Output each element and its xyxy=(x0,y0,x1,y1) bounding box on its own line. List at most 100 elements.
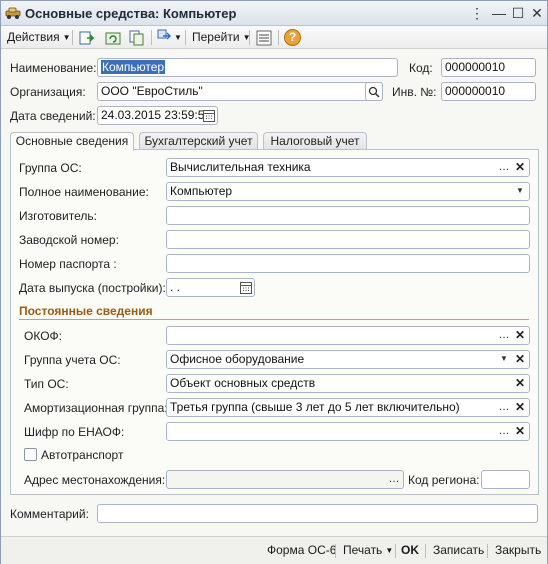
acc-group-label: Группа учета ОС: xyxy=(24,353,121,367)
form-window: Основные средства: Компьютер ⋮ — ☐ ✕ Дей… xyxy=(0,0,548,564)
region-label: Код региона: xyxy=(408,473,480,487)
menu-icon[interactable]: ⋮ xyxy=(468,4,486,22)
command-divider xyxy=(425,544,426,558)
release-date-value: . . xyxy=(170,280,181,294)
clear-icon[interactable]: ✕ xyxy=(512,423,528,440)
okof-label: ОКОФ: xyxy=(24,329,62,343)
ellipsis-icon[interactable]: … xyxy=(496,159,512,176)
chevron-down-icon: ▼ xyxy=(62,33,71,42)
name-value: Компьютер xyxy=(101,60,166,74)
code-field[interactable]: 000000010 xyxy=(441,58,536,77)
window-title: Основные средства: Компьютер xyxy=(25,6,237,21)
toolbar-divider xyxy=(249,30,250,45)
minimize-icon[interactable]: — xyxy=(490,4,508,22)
tab-tax[interactable]: Налоговый учет xyxy=(263,132,367,150)
calendar-icon[interactable] xyxy=(240,281,252,294)
passport-label: Номер паспорта : xyxy=(19,257,117,271)
goto-label: Перейти xyxy=(192,30,240,44)
os-group-value: Вычислительная техника xyxy=(170,160,311,174)
maker-field[interactable] xyxy=(166,206,530,225)
command-divider xyxy=(395,544,396,558)
calendar-icon[interactable] xyxy=(203,109,215,122)
release-date-field[interactable]: . . xyxy=(166,278,255,297)
inv-label: Инв. №: xyxy=(392,85,437,99)
list-settings-icon[interactable] xyxy=(256,30,272,46)
tab-accounting[interactable]: Бухгалтерский учет xyxy=(139,132,258,150)
chevron-down-icon[interactable]: ▼ xyxy=(496,351,512,368)
ellipsis-icon[interactable]: … xyxy=(496,399,512,416)
inv-field[interactable]: 000000010 xyxy=(441,82,536,101)
toolbar-divider xyxy=(278,30,279,45)
amort-group-label: Амортизационная группа: xyxy=(24,401,168,415)
actions-menu[interactable]: Действия ▼ xyxy=(7,28,71,47)
acc-group-value: Офисное оборудование xyxy=(170,352,305,366)
serial-label: Заводской номер: xyxy=(19,233,119,247)
clear-icon[interactable]: ✕ xyxy=(512,351,528,368)
print-label: Печать xyxy=(343,543,383,557)
save-to-list-icon[interactable] xyxy=(78,30,94,46)
structure-icon xyxy=(157,29,171,40)
region-field[interactable] xyxy=(481,470,530,489)
title-bar: Основные средства: Компьютер ⋮ — ☐ ✕ xyxy=(1,1,547,26)
enaof-field[interactable]: … ✕ xyxy=(166,422,530,441)
amort-group-field[interactable]: Третья группа (свыше 3 лет до 5 лет вклю… xyxy=(166,398,530,417)
okof-field[interactable]: … ✕ xyxy=(166,326,530,345)
toolbar-divider xyxy=(72,30,73,45)
tab-main-info[interactable]: Основные сведения xyxy=(10,132,134,151)
passport-field[interactable] xyxy=(166,254,530,273)
release-date-label: Дата выпуска (постройки): xyxy=(19,281,166,295)
serial-field[interactable] xyxy=(166,230,530,249)
name-field[interactable]: Компьютер xyxy=(97,58,398,77)
command-divider xyxy=(335,544,336,558)
chevron-down-icon[interactable]: ▼ xyxy=(512,183,528,200)
clear-icon[interactable]: ✕ xyxy=(512,327,528,344)
close-button[interactable]: Закрыть xyxy=(495,543,541,557)
auto-checkbox[interactable] xyxy=(24,448,37,461)
ellipsis-icon[interactable]: … xyxy=(496,327,512,344)
os-group-field[interactable]: Вычислительная техника … ✕ xyxy=(166,158,530,177)
os-type-label: Тип ОС: xyxy=(24,377,69,391)
clear-icon[interactable]: ✕ xyxy=(512,375,528,392)
ok-button[interactable]: OK xyxy=(401,543,419,557)
section-title: Постоянные сведения xyxy=(19,304,153,318)
org-search-button[interactable] xyxy=(365,82,383,101)
close-icon[interactable]: ✕ xyxy=(528,4,546,22)
command-divider xyxy=(487,544,488,558)
comment-label: Комментарий: xyxy=(10,507,89,521)
name-label: Наименование: xyxy=(10,61,97,75)
maximize-icon[interactable]: ☐ xyxy=(509,4,527,22)
org-field[interactable]: ООО "ЕвроСтиль" xyxy=(97,82,383,101)
car-app-icon xyxy=(5,7,21,19)
help-icon[interactable]: ? xyxy=(284,29,301,46)
copy-icon[interactable] xyxy=(129,30,145,46)
fullname-label: Полное наименование: xyxy=(19,185,149,199)
enaof-label: Шифр по ЕНАОФ: xyxy=(24,425,125,439)
ellipsis-icon[interactable]: … xyxy=(386,471,402,488)
form-os6-button[interactable]: Форма ОС-6 xyxy=(267,543,336,557)
org-label: Организация: xyxy=(10,85,86,99)
amort-group-value: Третья группа (свыше 3 лет до 5 лет вклю… xyxy=(170,400,460,414)
auto-label: Автотранспорт xyxy=(41,448,124,462)
os-type-field[interactable]: Объект основных средств ✕ xyxy=(166,374,530,393)
ellipsis-icon[interactable]: … xyxy=(496,423,512,440)
structure-menu[interactable]: ▼ xyxy=(157,28,182,47)
command-bar: Форма ОС-6 Печать ▼ OK Записать Закрыть xyxy=(1,536,547,564)
date-label: Дата сведений: xyxy=(10,109,96,123)
goto-menu[interactable]: Перейти ▼ xyxy=(192,28,250,47)
maker-label: Изготовитель: xyxy=(19,209,97,223)
fullname-field[interactable]: Компьютер ▼ xyxy=(166,182,530,201)
date-field[interactable]: 24.03.2015 23:59:59 xyxy=(97,106,218,125)
reread-icon[interactable] xyxy=(105,30,121,46)
acc-group-field[interactable]: Офисное оборудование ▼ ✕ xyxy=(166,350,530,369)
code-label: Код: xyxy=(409,61,433,75)
save-button[interactable]: Записать xyxy=(433,543,484,557)
clear-icon[interactable]: ✕ xyxy=(512,399,528,416)
chevron-down-icon: ▼ xyxy=(174,33,182,42)
print-menu-button[interactable]: Печать ▼ xyxy=(343,543,393,557)
comment-field[interactable] xyxy=(97,504,538,523)
search-icon xyxy=(368,86,380,98)
address-field[interactable]: … xyxy=(166,470,404,489)
actions-label: Действия xyxy=(7,30,60,44)
clear-icon[interactable]: ✕ xyxy=(512,159,528,176)
section-divider xyxy=(19,319,529,320)
